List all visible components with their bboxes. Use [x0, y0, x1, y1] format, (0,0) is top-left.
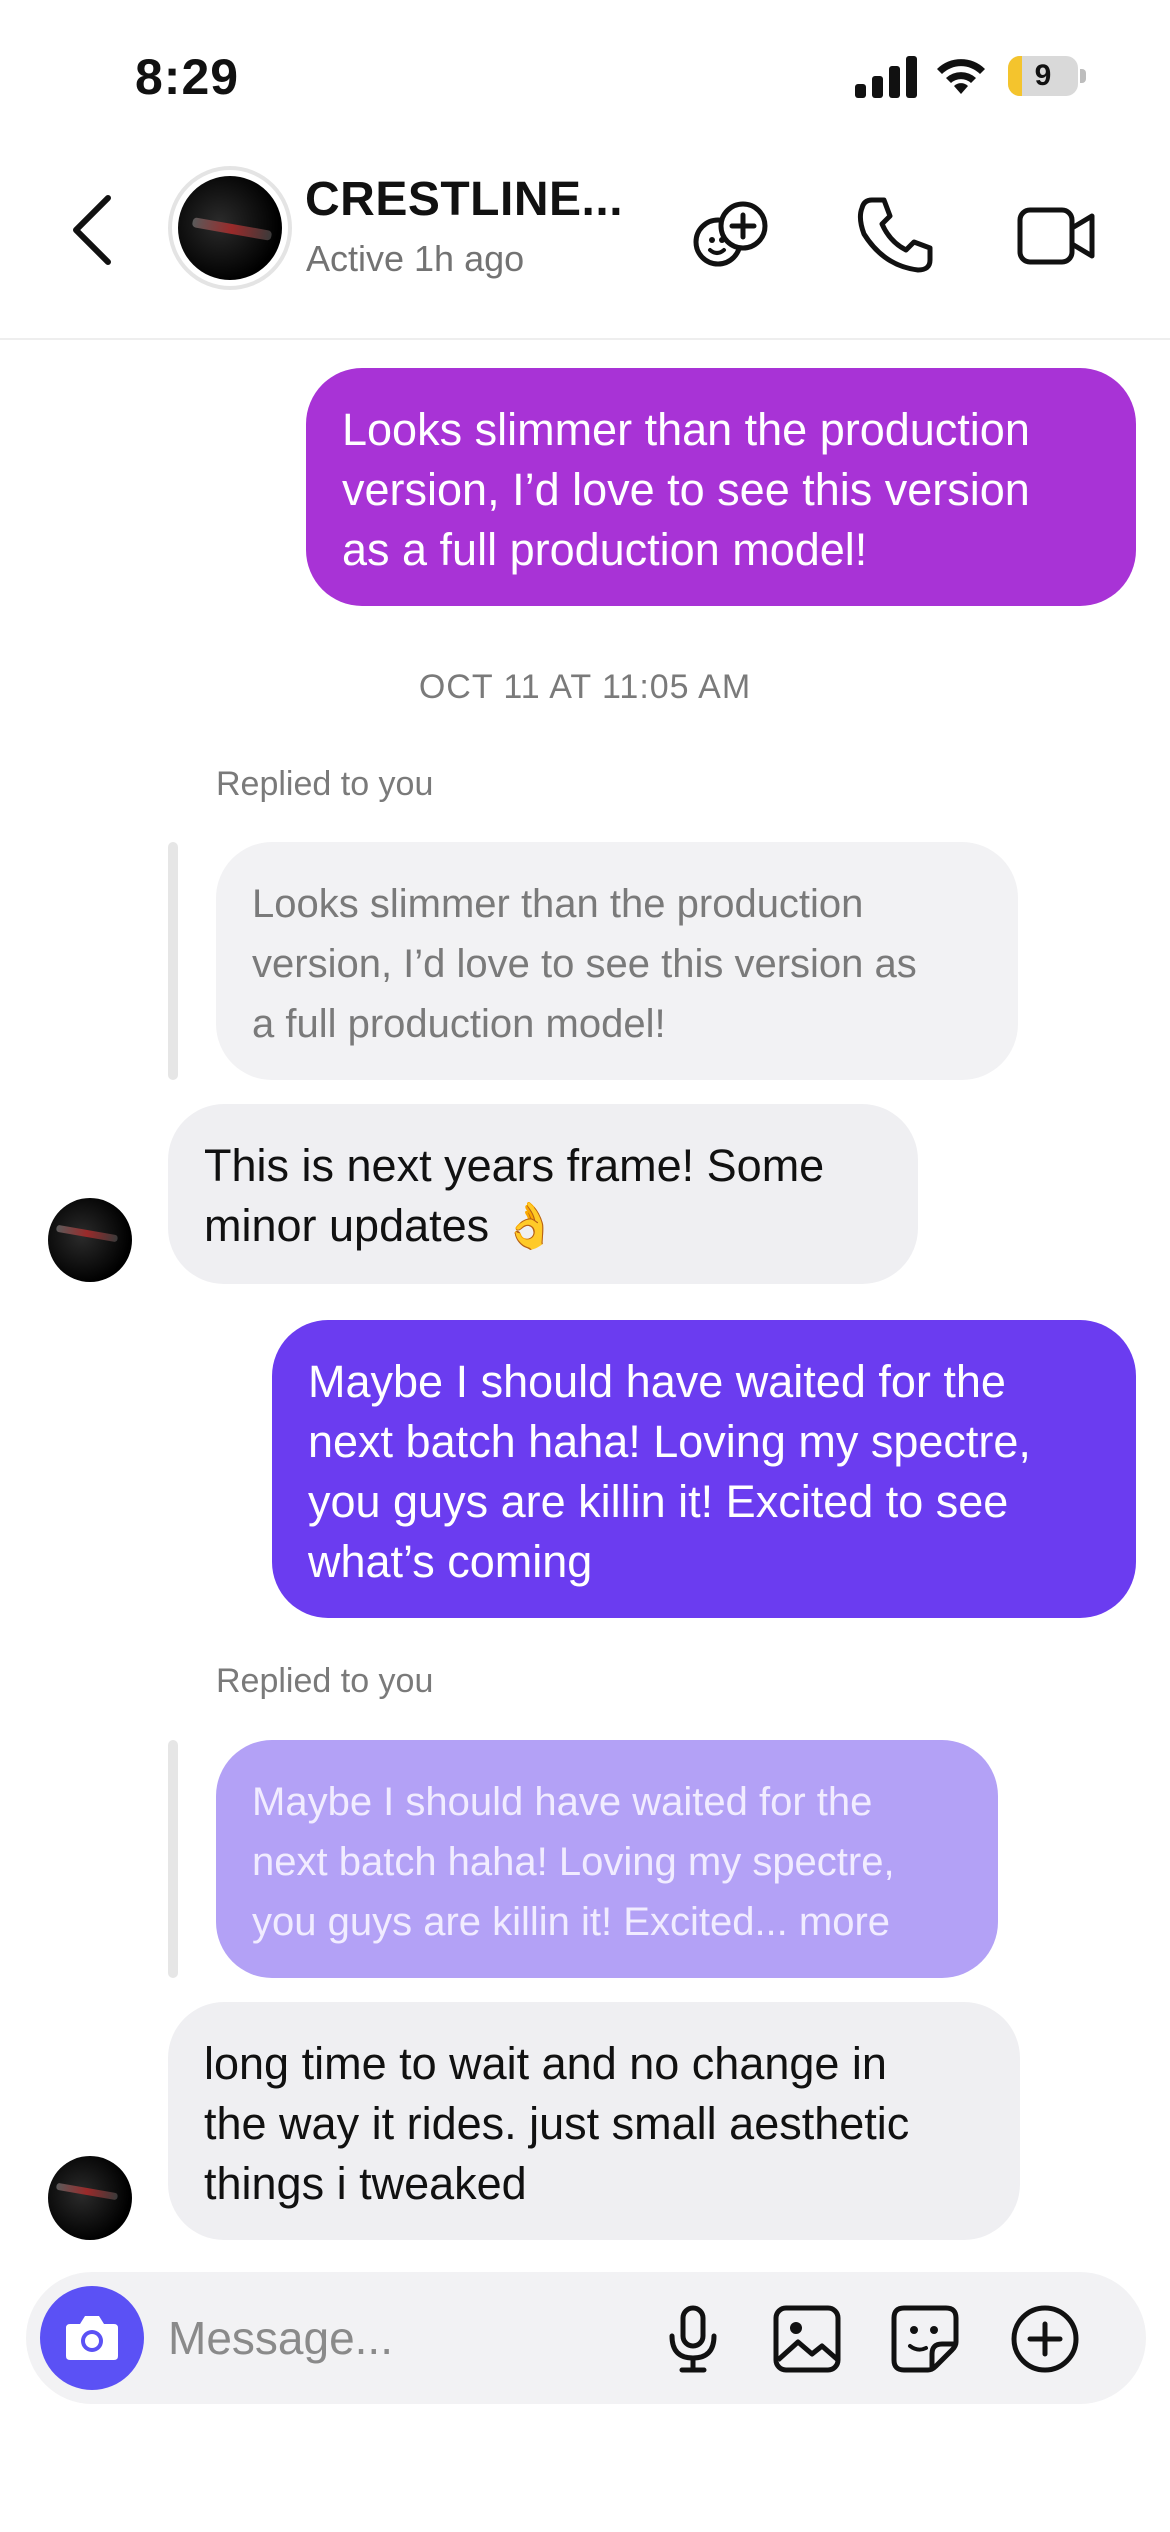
dm-conversation-screen: 8:29 9 CRESTLINE... Active 1h ago Looks …: [0, 0, 1170, 2532]
sender-avatar[interactable]: [48, 2156, 132, 2240]
contact-active-status: Active 1h ago: [306, 238, 525, 279]
status-bar: 8:29 9: [0, 0, 1170, 150]
status-time: 8:29: [135, 49, 240, 105]
contact-avatar[interactable]: [168, 166, 292, 290]
replied-to-you-label: Replied to you: [216, 1662, 434, 1700]
replied-to-you-label: Replied to you: [216, 765, 434, 803]
quoted-line: you guys are killin it! Excited... more: [252, 1900, 891, 1944]
contact-name[interactable]: CRESTLINE...: [305, 172, 623, 227]
sender-avatar[interactable]: [48, 1198, 132, 1282]
add-people-icon[interactable]: [688, 190, 778, 280]
chat-header: CRESTLINE... Active 1h ago: [0, 150, 1170, 340]
quoted-line: Looks slimmer than the production: [252, 882, 864, 926]
back-chevron-icon[interactable]: [60, 190, 130, 270]
battery-level: 9: [1034, 59, 1052, 92]
add-icon[interactable]: [1008, 2302, 1082, 2376]
quoted-message[interactable]: Looks slimmer than the production versio…: [216, 842, 1018, 1080]
message-line: minor updates 👌: [204, 1200, 558, 1251]
message-line: Looks slimmer than the production: [342, 404, 1030, 455]
message-line: things i tweaked: [204, 2158, 527, 2209]
incoming-message[interactable]: long time to wait and no change in the w…: [168, 2002, 1020, 2240]
sticker-icon[interactable]: [888, 2302, 962, 2376]
outgoing-message[interactable]: Looks slimmer than the production versio…: [306, 368, 1136, 606]
message-composer: [26, 2272, 1146, 2404]
quoted-line: version, I’d love to see this version as: [252, 942, 917, 986]
video-camera-icon[interactable]: [1010, 190, 1100, 280]
signal-icon: [855, 54, 917, 98]
incoming-message[interactable]: This is next years frame! Some minor upd…: [168, 1104, 918, 1284]
camera-button[interactable]: [40, 2286, 144, 2390]
message-input[interactable]: [168, 2306, 648, 2370]
message-line: as a full production model!: [342, 524, 868, 575]
camera-icon: [66, 2316, 118, 2360]
microphone-icon[interactable]: [656, 2302, 730, 2376]
outgoing-message[interactable]: Maybe I should have waited for the next …: [272, 1320, 1136, 1618]
gallery-icon[interactable]: [770, 2302, 844, 2376]
message-line: This is next years frame! Some: [204, 1140, 825, 1191]
reply-indicator-bar: [168, 1740, 178, 1978]
message-line: you guys are killin it! Excited to see: [308, 1476, 1009, 1527]
reply-indicator-bar: [168, 842, 178, 1080]
quoted-line: Maybe I should have waited for the: [252, 1780, 873, 1824]
message-line: next batch haha! Loving my spectre,: [308, 1416, 1031, 1467]
quoted-message[interactable]: Maybe I should have waited for the next …: [216, 1740, 998, 1978]
message-line: Maybe I should have waited for the: [308, 1356, 1006, 1407]
message-line: long time to wait and no change in: [204, 2038, 887, 2089]
quoted-line: a full production model!: [252, 1002, 666, 1046]
message-line: what’s coming: [308, 1536, 593, 1587]
phone-icon[interactable]: [850, 190, 940, 280]
message-line: version, I’d love to see this version: [342, 464, 1030, 515]
quoted-line: next batch haha! Loving my spectre,: [252, 1840, 895, 1884]
wifi-icon: [937, 59, 985, 94]
message-line: the way it rides. just small aesthetic: [204, 2098, 910, 2149]
message-timestamp: OCT 11 AT 11:05 AM: [418, 668, 752, 706]
battery-icon: 9: [1008, 56, 1086, 96]
